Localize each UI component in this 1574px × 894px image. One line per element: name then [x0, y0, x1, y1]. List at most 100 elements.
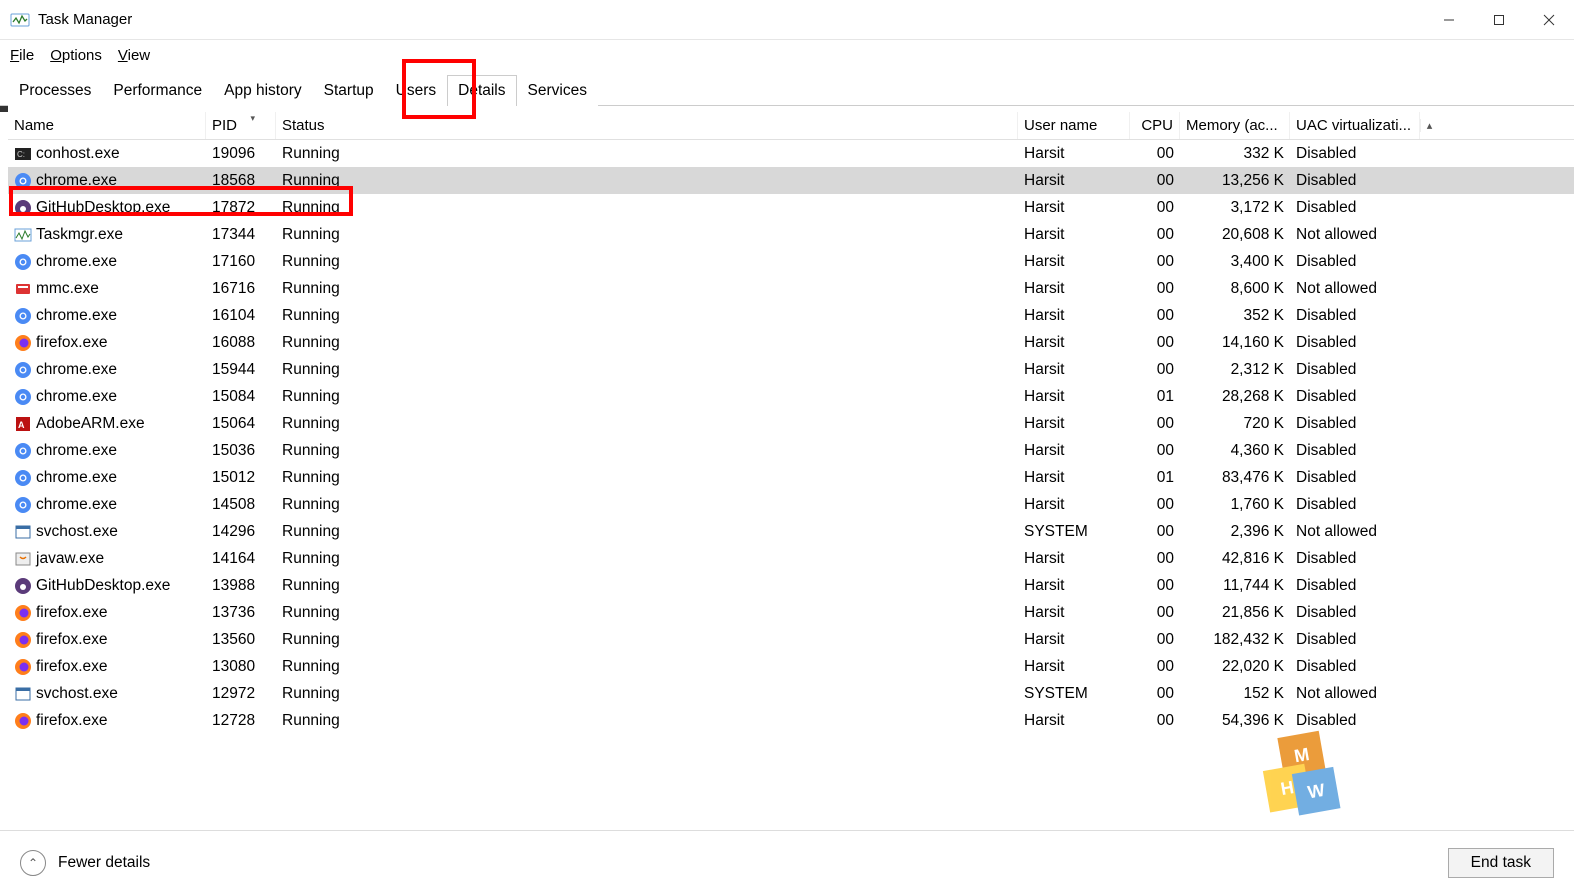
table-row[interactable]: chrome.exe16104RunningHarsit00352 KDisab… [8, 302, 1574, 329]
tab-users[interactable]: Users [385, 75, 447, 106]
tab-app-history[interactable]: App history [213, 75, 313, 106]
process-pid: 12972 [206, 680, 276, 707]
process-user: Harsit [1018, 410, 1130, 437]
menu-options[interactable]: Options [50, 47, 102, 64]
table-row[interactable]: Taskmgr.exe17344RunningHarsit0020,608 KN… [8, 221, 1574, 248]
table-row[interactable]: chrome.exe15084RunningHarsit0128,268 KDi… [8, 383, 1574, 410]
col-user[interactable]: User name [1018, 112, 1130, 139]
process-pid: 13560 [206, 626, 276, 653]
tab-processes[interactable]: Processes [8, 75, 102, 106]
process-pid: 14164 [206, 545, 276, 572]
process-status: Running [276, 248, 1018, 275]
process-memory: 14,160 K [1180, 329, 1290, 356]
process-cpu: 00 [1130, 545, 1180, 572]
close-button[interactable] [1524, 0, 1574, 40]
scroll-up-button[interactable]: ▴ [1420, 119, 1438, 132]
tab-performance[interactable]: Performance [102, 75, 213, 106]
minimize-button[interactable] [1424, 0, 1474, 40]
process-cpu: 00 [1130, 518, 1180, 545]
process-uac: Disabled [1290, 599, 1420, 626]
table-row[interactable]: svchost.exe14296RunningSYSTEM002,396 KNo… [8, 518, 1574, 545]
process-user: Harsit [1018, 221, 1130, 248]
window-title: Task Manager [38, 11, 132, 28]
table-row[interactable]: firefox.exe12728RunningHarsit0054,396 KD… [8, 707, 1574, 734]
process-user: Harsit [1018, 545, 1130, 572]
process-status: Running [276, 275, 1018, 302]
end-task-button[interactable]: End task [1448, 848, 1554, 878]
process-uac: Disabled [1290, 464, 1420, 491]
table-row[interactable]: GitHubDesktop.exe13988RunningHarsit0011,… [8, 572, 1574, 599]
process-cpu: 00 [1130, 140, 1180, 167]
table-row[interactable]: javaw.exe14164RunningHarsit0042,816 KDis… [8, 545, 1574, 572]
col-uac[interactable]: UAC virtualizati... [1290, 112, 1420, 139]
table-row[interactable]: svchost.exe12972RunningSYSTEM00152 KNot … [8, 680, 1574, 707]
col-name[interactable]: Name [8, 112, 206, 139]
table-row[interactable]: chrome.exe14508RunningHarsit001,760 KDis… [8, 491, 1574, 518]
process-pid: 15944 [206, 356, 276, 383]
tab-details[interactable]: Details [447, 75, 516, 106]
java-icon [14, 550, 32, 568]
process-name: mmc.exe [36, 280, 99, 298]
process-pid: 16088 [206, 329, 276, 356]
process-pid: 17344 [206, 221, 276, 248]
col-pid[interactable]: PID▾ [206, 112, 276, 139]
col-mem[interactable]: Memory (ac... [1180, 112, 1290, 139]
table-row[interactable]: chrome.exe18568RunningHarsit0013,256 KDi… [8, 167, 1574, 194]
process-pid: 13988 [206, 572, 276, 599]
sort-desc-icon: ▾ [250, 113, 255, 124]
maximize-button[interactable] [1474, 0, 1524, 40]
process-status: Running [276, 356, 1018, 383]
process-cpu: 01 [1130, 383, 1180, 410]
process-uac: Disabled [1290, 437, 1420, 464]
firefox-icon [14, 712, 32, 730]
tab-startup[interactable]: Startup [313, 75, 385, 106]
process-status: Running [276, 491, 1018, 518]
process-memory: 720 K [1180, 410, 1290, 437]
process-user: Harsit [1018, 248, 1130, 275]
process-pid: 19096 [206, 140, 276, 167]
process-cpu: 00 [1130, 167, 1180, 194]
column-header: Name PID▾ Status User name CPU Memory (a… [8, 112, 1574, 140]
process-uac: Disabled [1290, 356, 1420, 383]
process-status: Running [276, 140, 1018, 167]
tab-services[interactable]: Services [517, 75, 598, 106]
chrome-icon [14, 172, 32, 190]
process-status: Running [276, 680, 1018, 707]
process-memory: 21,856 K [1180, 599, 1290, 626]
table-row[interactable]: firefox.exe13080RunningHarsit0022,020 KD… [8, 653, 1574, 680]
col-cpu[interactable]: CPU [1130, 112, 1180, 139]
table-row[interactable]: GitHubDesktop.exe17872RunningHarsit003,1… [8, 194, 1574, 221]
table-row[interactable]: AAdobeARM.exe15064RunningHarsit00720 KDi… [8, 410, 1574, 437]
process-status: Running [276, 329, 1018, 356]
menu-view[interactable]: View [118, 47, 150, 64]
process-list: C:conhost.exe19096RunningHarsit00332 KDi… [8, 140, 1574, 740]
col-status[interactable]: Status [276, 112, 1018, 139]
table-row[interactable]: chrome.exe17160RunningHarsit003,400 KDis… [8, 248, 1574, 275]
process-user: Harsit [1018, 707, 1130, 734]
process-uac: Disabled [1290, 410, 1420, 437]
table-row[interactable]: firefox.exe16088RunningHarsit0014,160 KD… [8, 329, 1574, 356]
table-row[interactable]: mmc.exe16716RunningHarsit008,600 KNot al… [8, 275, 1574, 302]
process-name: firefox.exe [36, 712, 108, 730]
process-pid: 17160 [206, 248, 276, 275]
process-user: Harsit [1018, 356, 1130, 383]
table-row[interactable]: chrome.exe15944RunningHarsit002,312 KDis… [8, 356, 1574, 383]
process-cpu: 00 [1130, 275, 1180, 302]
table-row[interactable]: firefox.exe13736RunningHarsit0021,856 KD… [8, 599, 1574, 626]
fewer-details-button[interactable]: ⌃ Fewer details [20, 850, 150, 876]
process-status: Running [276, 410, 1018, 437]
menu-file[interactable]: File [10, 47, 34, 64]
process-status: Running [276, 194, 1018, 221]
table-row[interactable]: chrome.exe15012RunningHarsit0183,476 KDi… [8, 464, 1574, 491]
table-row[interactable]: firefox.exe13560RunningHarsit00182,432 K… [8, 626, 1574, 653]
process-user: Harsit [1018, 572, 1130, 599]
table-row[interactable]: chrome.exe15036RunningHarsit004,360 KDis… [8, 437, 1574, 464]
process-status: Running [276, 464, 1018, 491]
process-user: Harsit [1018, 194, 1130, 221]
table-row[interactable]: C:conhost.exe19096RunningHarsit00332 KDi… [8, 140, 1574, 167]
process-uac: Disabled [1290, 329, 1420, 356]
svchost-icon [14, 685, 32, 703]
process-pid: 13080 [206, 653, 276, 680]
process-user: Harsit [1018, 275, 1130, 302]
process-cpu: 01 [1130, 464, 1180, 491]
